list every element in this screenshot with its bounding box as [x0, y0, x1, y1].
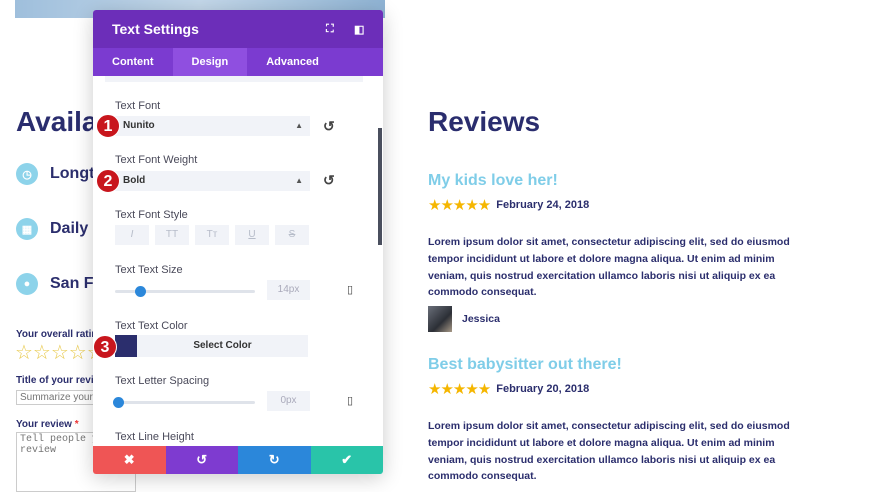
strikethrough-button[interactable]: S — [275, 225, 309, 245]
reviews-heading: Reviews — [428, 106, 541, 137]
review-meta: ★★★★★ February 20, 2018 — [428, 380, 589, 398]
uppercase-button[interactable]: TT — [155, 225, 189, 245]
color-swatch[interactable] — [115, 335, 137, 357]
avatar — [428, 306, 452, 332]
modal-header: Text Settings ⛶ ◧ — [93, 10, 383, 48]
weight-select[interactable]: Bold ▲ — [115, 171, 310, 191]
divider — [105, 76, 363, 82]
tab-advanced[interactable]: Advanced — [247, 48, 338, 76]
step-badge: 3 — [93, 335, 117, 359]
underline-button[interactable]: U — [235, 225, 269, 245]
review-meta: ★★★★★ February 24, 2018 — [428, 196, 589, 214]
cancel-button[interactable]: ✖ — [93, 446, 166, 474]
color-label: Text Text Color — [115, 320, 188, 332]
save-button[interactable]: ✔ — [310, 446, 383, 474]
review-label: Your review * — [16, 419, 79, 430]
scrollbar[interactable] — [378, 128, 382, 245]
feature-item: ◷ Longte — [16, 163, 103, 185]
font-value: Nunito — [123, 120, 155, 131]
star-rating: ★★★★★ — [428, 381, 491, 398]
step-badge: 2 — [96, 169, 120, 193]
modal-tabs: Content Design Advanced — [93, 48, 383, 76]
spacing-slider[interactable] — [113, 397, 255, 408]
location-pin-icon: ● — [16, 273, 38, 295]
spacing-input[interactable]: 0px — [267, 391, 310, 411]
slider-handle[interactable] — [135, 286, 147, 297]
step-badge: 1 — [96, 114, 120, 138]
modal-body: Text Font Nunito ▲ ↺ Text Font Weight Bol… — [93, 76, 383, 446]
rating-label: Your overall ratin — [16, 329, 98, 340]
weight-label: Text Font Weight — [115, 154, 198, 166]
redo-button[interactable]: ↻ — [238, 446, 311, 474]
font-style-buttons: I TT Tт U S — [115, 225, 309, 245]
select-arrows-icon: ▲ — [295, 176, 303, 185]
author-name: Jessica — [462, 313, 500, 325]
modal-title: Text Settings — [112, 21, 199, 37]
tab-design[interactable]: Design — [172, 48, 248, 76]
fullscreen-icon[interactable]: ⛶ — [326, 23, 334, 36]
text-settings-modal: Text Settings ⛶ ◧ Content Design Advance… — [93, 10, 383, 474]
review-title: Best babysitter out there! — [428, 356, 622, 373]
select-color-button[interactable]: Select Color — [137, 335, 308, 357]
size-input[interactable]: 14px — [267, 280, 310, 300]
size-label: Text Text Size — [115, 264, 183, 276]
font-label: Text Font — [115, 100, 161, 112]
review-body: Lorem ipsum dolor sit amet, consectetur … — [428, 236, 790, 299]
availability-heading: Availa — [16, 106, 98, 137]
size-slider[interactable] — [115, 286, 255, 297]
weight-value: Bold — [123, 175, 146, 186]
rating-stars-input[interactable]: ☆☆☆☆☆ — [15, 340, 105, 365]
feature-item: ▦ Daily C — [16, 218, 104, 240]
review-label-text: Your review — [16, 419, 72, 430]
review-title: My kids love her! — [428, 172, 558, 189]
review-body: Lorem ipsum dolor sit amet, consectetur … — [428, 420, 790, 483]
capitalize-button[interactable]: Tт — [195, 225, 229, 245]
feature-item: ● San Fr — [16, 273, 100, 295]
review-date: February 20, 2018 — [496, 383, 590, 395]
title-label: Title of your revi — [16, 375, 94, 386]
sidebar-toggle-icon[interactable]: ◧ — [354, 23, 364, 36]
italic-button[interactable]: I — [115, 225, 149, 245]
mobile-icon[interactable]: ▯ — [347, 394, 353, 407]
star-rating: ★★★★★ — [428, 197, 491, 214]
clock-icon: ◷ — [16, 163, 38, 185]
slider-handle[interactable] — [113, 397, 124, 408]
spacing-label: Text Letter Spacing — [115, 375, 210, 387]
modal-footer: ✖ ↺ ↻ ✔ — [93, 446, 383, 474]
reset-icon[interactable]: ↺ — [323, 172, 335, 189]
calendar-icon: ▦ — [16, 218, 38, 240]
required-mark: * — [74, 419, 79, 430]
review-date: February 24, 2018 — [496, 199, 590, 211]
line-height-label: Text Line Height — [115, 431, 194, 443]
font-select[interactable]: Nunito ▲ — [115, 116, 310, 136]
select-arrows-icon: ▲ — [295, 121, 303, 130]
review-author: Jessica — [428, 306, 500, 332]
style-label: Text Font Style — [115, 209, 188, 221]
tab-content[interactable]: Content — [93, 48, 173, 76]
reset-icon[interactable]: ↺ — [323, 118, 335, 135]
mobile-icon[interactable]: ▯ — [347, 283, 353, 296]
undo-button[interactable]: ↺ — [165, 446, 238, 474]
